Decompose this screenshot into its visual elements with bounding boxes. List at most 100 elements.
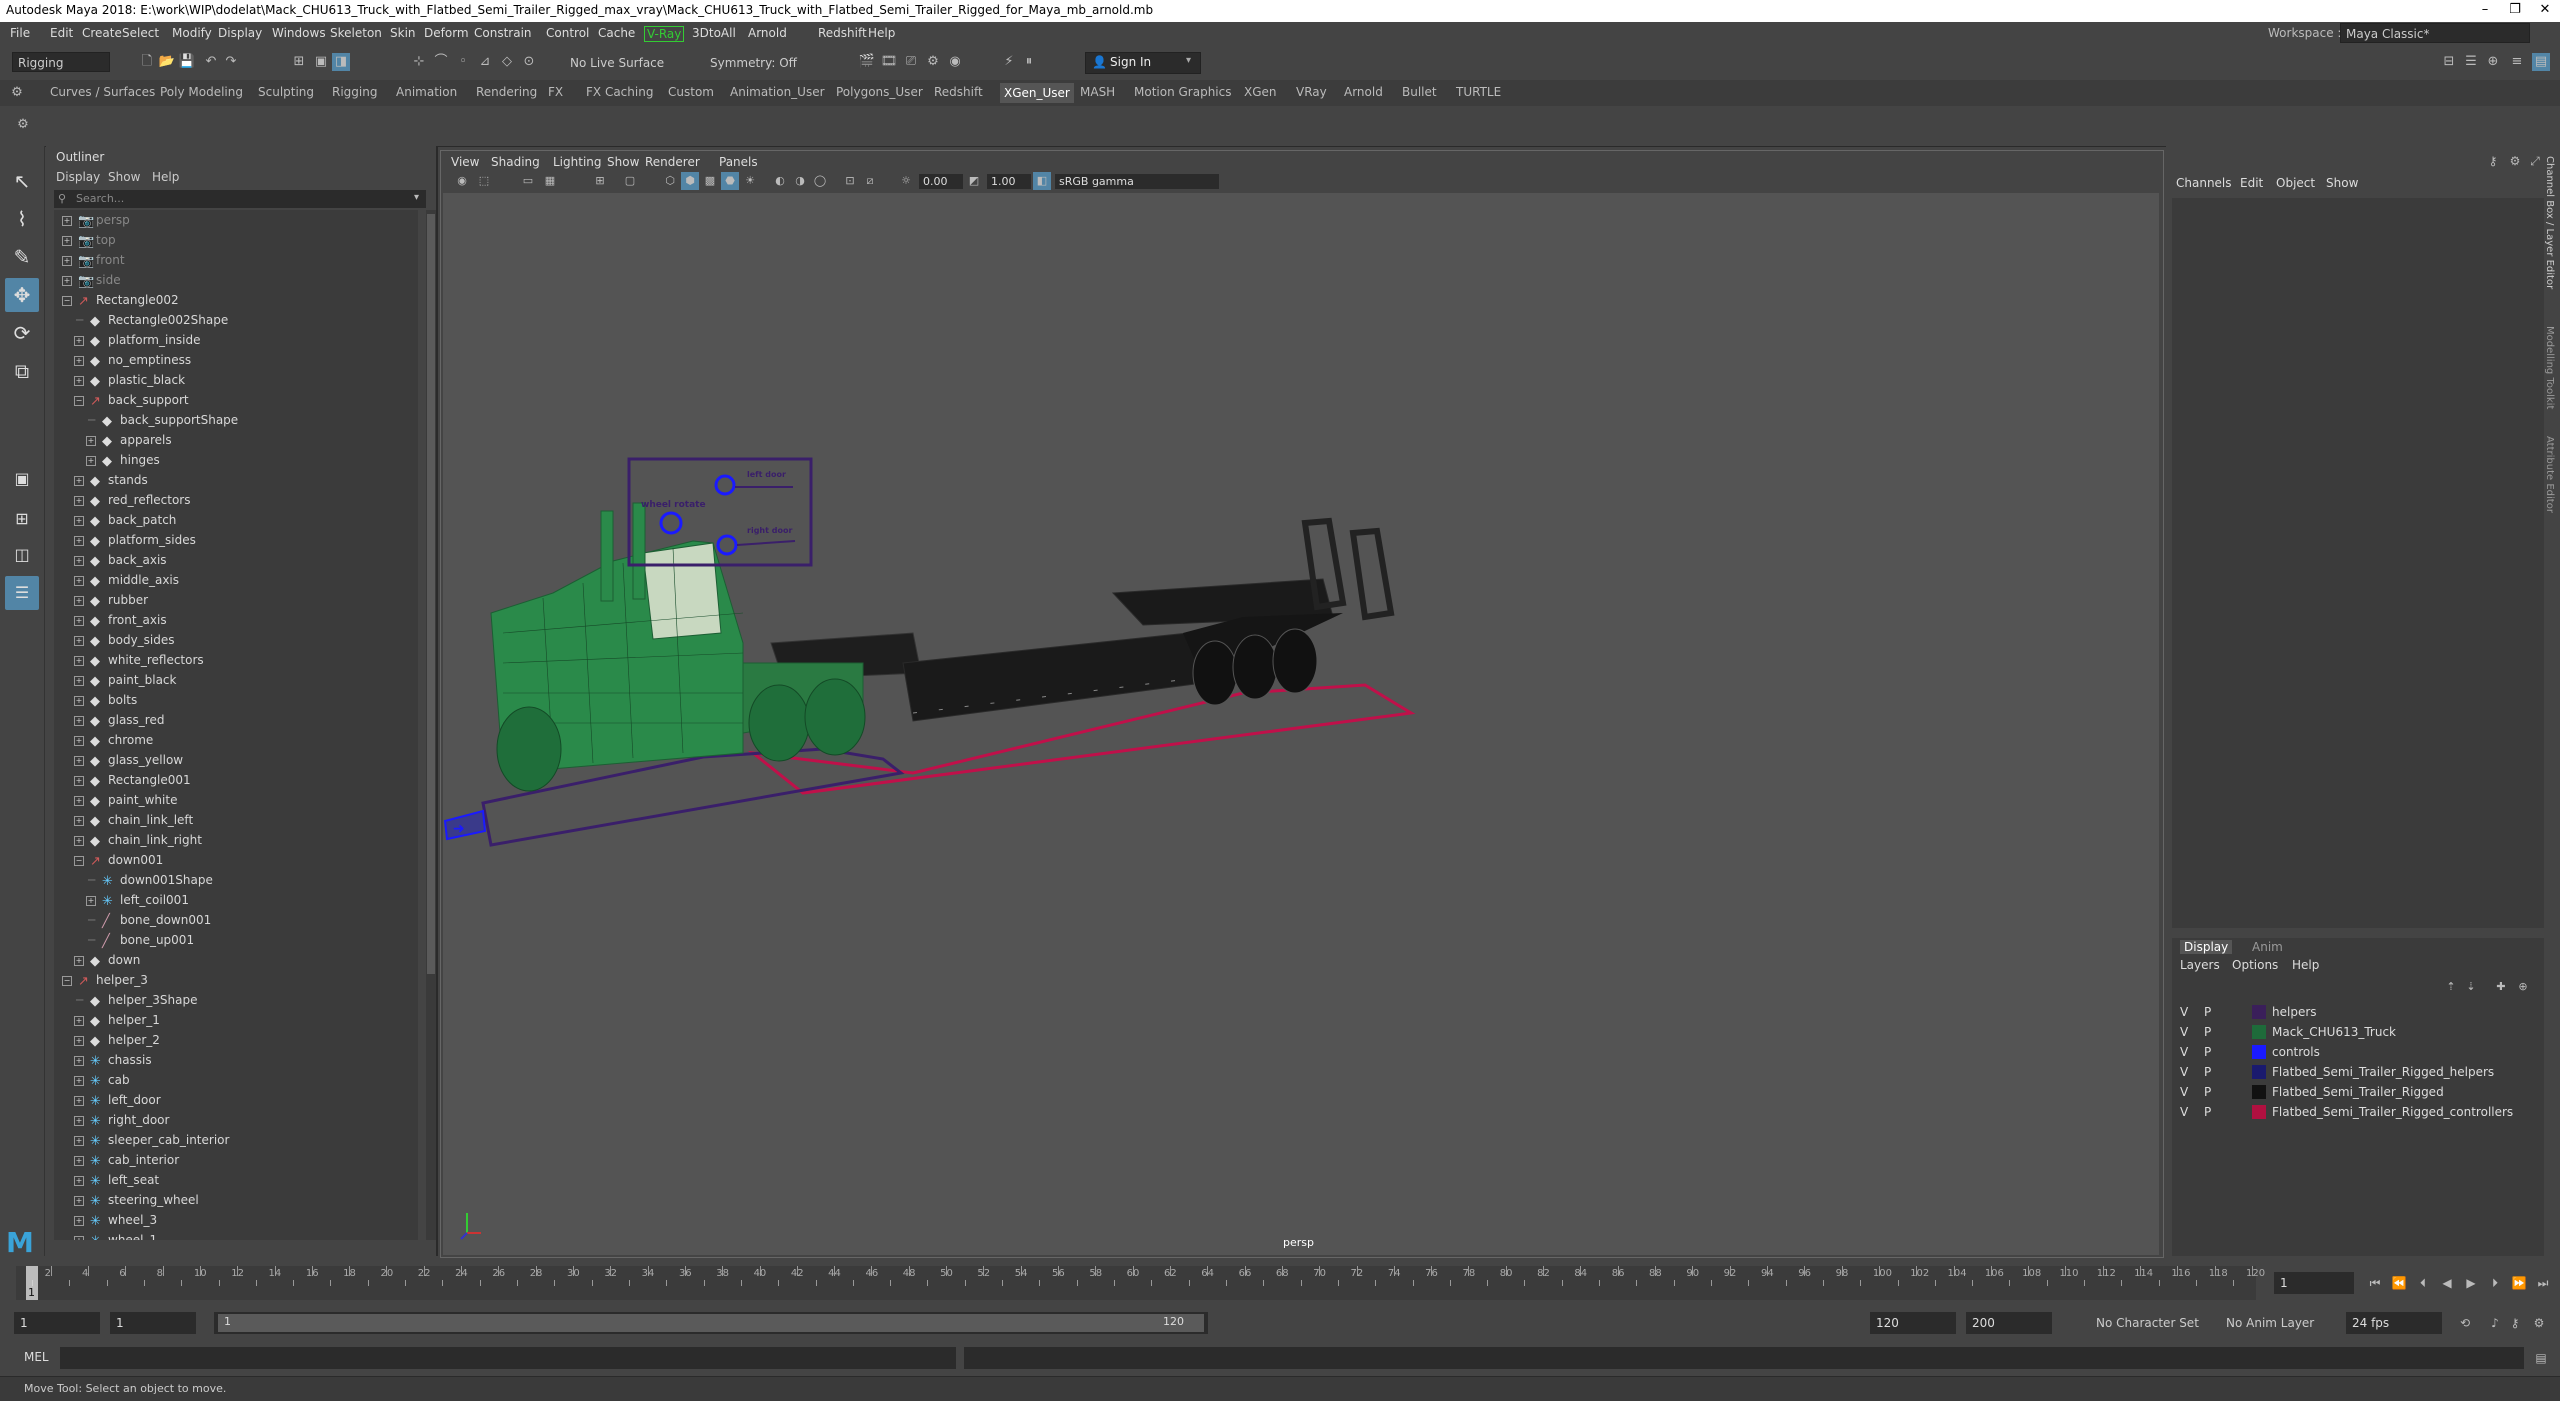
step-forward-frame-icon[interactable]: ⏵ <box>2486 1274 2504 1292</box>
symmetry-label[interactable]: Symmetry: Off <box>710 56 797 70</box>
minimize-button[interactable]: – <box>2470 2 2500 17</box>
outliner-item[interactable]: + ◆ chain_link_right <box>54 830 418 850</box>
expand-toggle-icon[interactable]: + <box>74 716 84 726</box>
go-to-end-icon[interactable]: ⏭ <box>2534 1274 2552 1292</box>
shelf-menu-icon[interactable]: ⚙ <box>14 116 32 134</box>
textured-icon[interactable]: ▩ <box>701 172 719 190</box>
shelf-tab-turtle[interactable]: TURTLE <box>1456 85 1501 99</box>
layer-down-icon[interactable]: ⇣ <box>2462 978 2480 996</box>
layer-playback-toggle[interactable]: P <box>2204 1022 2211 1042</box>
layer-playback-toggle[interactable]: P <box>2204 1042 2211 1062</box>
outliner-item[interactable]: + ◆ front_axis <box>54 610 418 630</box>
viewport-menu-renderer[interactable]: Renderer <box>645 155 700 169</box>
menu-deform[interactable]: Deform <box>424 26 469 40</box>
render-settings-icon[interactable]: ⚙ <box>924 53 942 71</box>
move-tool-icon[interactable]: ✥ <box>5 278 39 312</box>
outliner-item[interactable]: + ◆ body_sides <box>54 630 418 650</box>
layer-row[interactable]: V P Flatbed_Semi_Trailer_Rigged_controller… <box>2172 1102 2544 1122</box>
menu-constrain[interactable]: Constrain <box>474 26 532 40</box>
outliner-item[interactable]: + 📷 front <box>54 250 418 270</box>
colorspace-dropdown[interactable]: sRGB gamma <box>1055 174 1219 189</box>
select-hierarchy-icon[interactable]: ⊞ <box>290 53 308 71</box>
select-tool-icon[interactable]: ↖ <box>5 164 39 198</box>
outliner-item[interactable]: − ↗ Rectangle002 <box>54 290 418 310</box>
shelf-tab-rigging[interactable]: Rigging <box>332 85 377 99</box>
layer-tab-anim[interactable]: Anim <box>2252 940 2283 954</box>
expand-toggle-icon[interactable]: + <box>74 956 84 966</box>
film-gate-icon[interactable]: ▢ <box>621 172 639 190</box>
go-to-start-icon[interactable]: ⏮ <box>2366 1274 2384 1292</box>
expand-toggle-icon[interactable]: + <box>74 536 84 546</box>
expand-toggle-icon[interactable]: + <box>74 516 84 526</box>
outliner-item[interactable]: + ◆ glass_yellow <box>54 750 418 770</box>
expand-toggle-icon[interactable]: + <box>74 1236 84 1240</box>
menu-windows[interactable]: Windows <box>272 26 326 40</box>
open-scene-icon[interactable]: 📂 <box>158 53 176 71</box>
outliner-item[interactable]: + ◆ stands <box>54 470 418 490</box>
menu-arnold[interactable]: Arnold <box>748 26 787 40</box>
time-slider[interactable]: 2 4 6 8 10 12 14 16 18 20 22 24 26 28 30 32 34 36 38 40 42 44… <box>0 1262 2560 1302</box>
search-options-icon[interactable]: ▾ <box>414 192 419 203</box>
bookmarks-icon[interactable]: ▭ <box>519 172 537 190</box>
snap-curve-icon[interactable]: ⌒ <box>432 53 450 71</box>
layer-playback-toggle[interactable]: P <box>2204 1002 2211 1022</box>
new-layer-selected-icon[interactable]: ⊕ <box>2514 978 2532 996</box>
layer-color-swatch[interactable] <box>2252 1005 2266 1019</box>
render-frame-icon[interactable]: 🎬 <box>858 53 876 71</box>
audio-icon[interactable]: ♪ <box>2486 1314 2504 1332</box>
outliner-scrollbar[interactable] <box>426 210 436 1240</box>
menu-skeleton[interactable]: Skeleton <box>330 26 382 40</box>
menu-3dtoall[interactable]: 3DtoAll <box>692 26 736 40</box>
outliner-item[interactable]: + ✳ steering_wheel <box>54 1190 418 1210</box>
channel-menu-edit[interactable]: Edit <box>2240 176 2263 190</box>
expand-toggle-icon[interactable]: + <box>74 596 84 606</box>
expand-toggle-icon[interactable]: + <box>74 816 84 826</box>
expand-toggle-icon[interactable]: + <box>74 356 84 366</box>
gamma-field[interactable]: 1.00 <box>987 174 1031 189</box>
hypershade-icon[interactable]: ◉ <box>946 53 964 71</box>
outliner-item[interactable]: ─ ◆ Rectangle002Shape <box>54 310 418 330</box>
scale-tool-icon[interactable]: ⧉ <box>5 354 39 388</box>
expand-toggle-icon[interactable]: + <box>74 776 84 786</box>
menu-redshift[interactable]: Redshift <box>818 26 867 40</box>
expand-toggle-icon[interactable]: + <box>74 476 84 486</box>
outliner-item[interactable]: + ◆ down <box>54 950 418 970</box>
playback-start-field[interactable]: 1 <box>110 1312 196 1334</box>
wireframe-on-shaded-icon[interactable]: ⬣ <box>721 172 739 190</box>
shelf-tab-xgen[interactable]: XGen <box>1244 85 1277 99</box>
expand-toggle-icon[interactable]: + <box>74 676 84 686</box>
outliner-item[interactable]: ─ ╱ bone_up001 <box>54 930 418 950</box>
snap-view-icon[interactable]: ⊿ <box>476 53 494 71</box>
layer-row[interactable]: V P Flatbed_Semi_Trailer_Rigged_helpers <box>2172 1062 2544 1082</box>
outliner-item[interactable]: + ✳ left_door <box>54 1090 418 1110</box>
outliner-item[interactable]: ─ ◆ back_supportShape <box>54 410 418 430</box>
workspace-dropdown[interactable]: Maya Classic* <box>2340 23 2530 43</box>
outliner-item[interactable]: + ◆ platform_sides <box>54 530 418 550</box>
outliner-item[interactable]: + ◆ helper_1 <box>54 1010 418 1030</box>
outliner-item[interactable]: − ↗ helper_3 <box>54 970 418 990</box>
expand-toggle-icon[interactable]: + <box>74 696 84 706</box>
viewport-menu-panels[interactable]: Panels <box>719 155 758 169</box>
layer-menu-options[interactable]: Options <box>2232 958 2278 972</box>
shelf-tab-vray[interactable]: VRay <box>1296 85 1327 99</box>
outliner-item[interactable]: + ◆ platform_inside <box>54 330 418 350</box>
outliner-item[interactable]: + ◆ Rectangle001 <box>54 770 418 790</box>
shelf-tab-mash[interactable]: MASH <box>1080 85 1115 99</box>
layer-color-swatch[interactable] <box>2252 1025 2266 1039</box>
expand-toggle-icon[interactable]: + <box>74 1096 84 1106</box>
layer-playback-toggle[interactable]: P <box>2204 1102 2211 1122</box>
channel-menu-channels[interactable]: Channels <box>2176 176 2232 190</box>
xray-icon[interactable]: ⧄ <box>861 172 879 190</box>
time-slider-track[interactable]: 2 4 6 8 10 12 14 16 18 20 22 24 26 28 30 32 34 36 38 40 42 44… <box>16 1266 2265 1300</box>
outliner-item[interactable]: + ✳ left_seat <box>54 1170 418 1190</box>
outliner-item[interactable]: + ◆ no_emptiness <box>54 350 418 370</box>
layer-playback-toggle[interactable]: P <box>2204 1082 2211 1102</box>
modeling-toolkit-icon[interactable]: ⊟ <box>2440 53 2458 71</box>
close-button[interactable]: ✕ <box>2530 2 2560 17</box>
menu-modify[interactable]: Modify <box>172 26 212 40</box>
command-input[interactable] <box>60 1347 956 1369</box>
shelf-tab-fx-caching[interactable]: FX Caching <box>586 85 653 99</box>
render-sequence-icon[interactable]: 🎞 <box>880 53 898 71</box>
snap-vertex-icon[interactable]: ⊙ <box>520 53 538 71</box>
shelf-tab-xgen-user[interactable]: XGen_User <box>1000 83 1074 103</box>
